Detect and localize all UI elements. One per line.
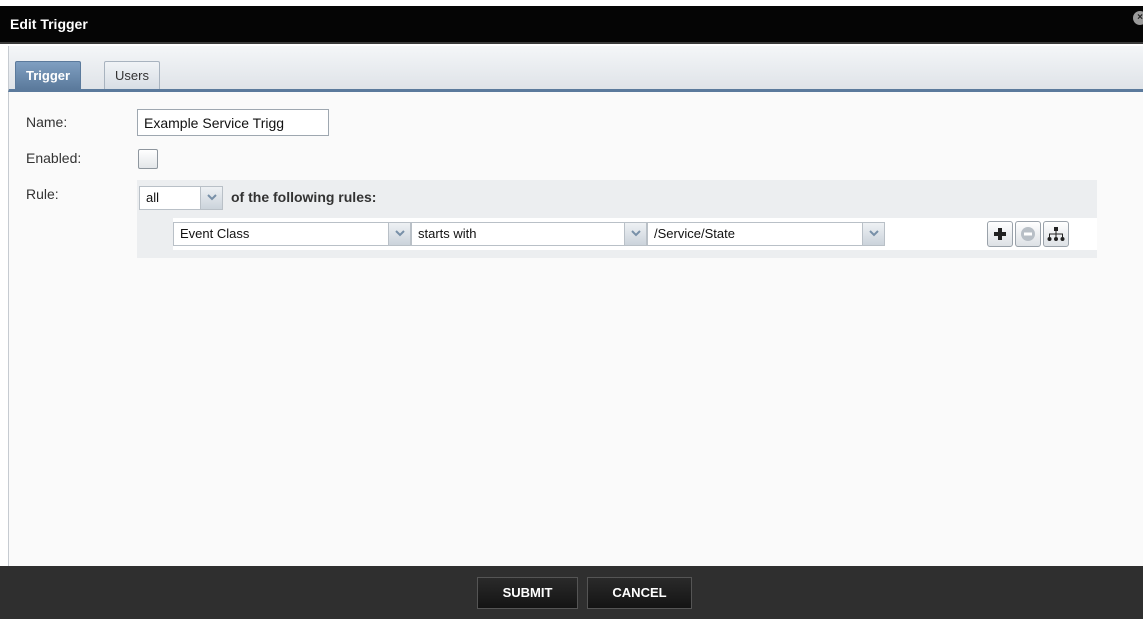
add-rule-button[interactable]: [987, 221, 1013, 247]
add-icon: [994, 228, 1006, 240]
dialog-footer: SUBMIT CANCEL: [0, 566, 1143, 619]
enabled-label: Enabled:: [26, 150, 82, 166]
add-nested-rule-button[interactable]: [1043, 221, 1069, 247]
chevron-down-icon[interactable]: [624, 223, 646, 245]
rule-operator-select[interactable]: starts with: [411, 222, 647, 246]
rule-row: Event Class starts with /Service/State: [173, 218, 1097, 250]
chevron-down-icon[interactable]: [862, 223, 884, 245]
rule-field-value: Event Class: [180, 226, 250, 241]
rule-builder-panel: all of the following rules: Event Class …: [137, 180, 1097, 258]
close-icon[interactable]: ×: [1133, 11, 1143, 25]
chevron-down-icon[interactable]: [388, 223, 410, 245]
name-input[interactable]: [137, 109, 329, 136]
rule-quantifier-value: all: [146, 190, 160, 205]
name-label: Name:: [26, 114, 68, 130]
rule-field-select[interactable]: Event Class: [173, 222, 411, 246]
tab-strip: Trigger Users: [8, 46, 1143, 92]
enabled-checkbox[interactable]: [138, 149, 158, 169]
rule-label: Rule:: [26, 186, 59, 202]
rule-value-select[interactable]: /Service/State: [647, 222, 885, 246]
rule-operator-value: starts with: [418, 226, 477, 241]
cancel-button[interactable]: CANCEL: [587, 577, 692, 609]
tab-users[interactable]: Users: [104, 61, 160, 89]
submit-button[interactable]: SUBMIT: [477, 577, 578, 609]
chevron-down-icon[interactable]: [200, 187, 222, 209]
rule-suffix-text: of the following rules:: [231, 189, 377, 205]
rule-quantifier-select[interactable]: all: [139, 186, 223, 210]
nested-rule-icon: [1047, 227, 1065, 241]
tab-trigger[interactable]: Trigger: [15, 61, 82, 89]
rule-value-value: /Service/State: [654, 226, 735, 241]
remove-rule-button[interactable]: [1015, 221, 1041, 247]
edit-trigger-dialog: Edit Trigger × Trigger Users Name: Enabl…: [0, 0, 1143, 619]
dialog-titlebar: Edit Trigger ×: [0, 6, 1143, 44]
remove-icon: [1021, 227, 1035, 241]
trigger-form: Name: Enabled: Rule: all of the followin…: [8, 92, 1143, 566]
dialog-title: Edit Trigger: [10, 16, 88, 32]
